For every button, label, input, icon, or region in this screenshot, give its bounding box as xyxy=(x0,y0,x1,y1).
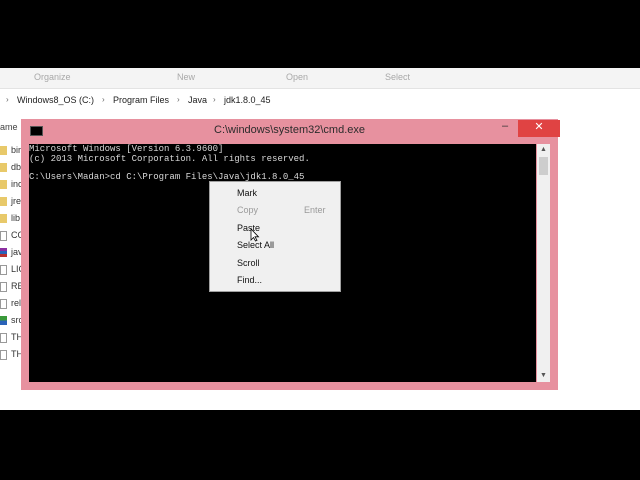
file-icon xyxy=(0,265,7,275)
window-title: C:\windows\system32\cmd.exe xyxy=(214,124,365,136)
menu-item-mark[interactable]: Mark xyxy=(210,184,340,201)
file-icon xyxy=(0,299,7,309)
menu-item-copy: Copy Enter xyxy=(237,205,326,215)
menu-item-find[interactable]: Find... xyxy=(210,271,340,288)
context-menu: Mark Copy Enter Paste Select All Scroll F… xyxy=(209,181,341,292)
folder-icon xyxy=(0,214,7,223)
name-column-header[interactable]: ame xyxy=(0,122,18,132)
breadcrumb-separator-icon: › xyxy=(102,95,105,104)
breadcrumb-separator-icon: › xyxy=(213,95,216,104)
file-icon xyxy=(0,350,7,360)
close-button[interactable]: ✕ xyxy=(518,120,560,137)
folder-icon xyxy=(0,163,7,172)
file-icon xyxy=(0,333,7,343)
console-line: (c) 2013 Microsoft Corporation. All righ… xyxy=(29,154,310,164)
breadcrumb-separator-icon: › xyxy=(6,95,9,104)
folder-icon xyxy=(0,180,7,189)
scroll-thumb[interactable] xyxy=(539,157,548,175)
minimize-button[interactable]: – xyxy=(495,120,515,137)
folder-icon xyxy=(0,197,7,206)
menu-item-scroll[interactable]: Scroll xyxy=(210,254,340,271)
select-group[interactable]: Select xyxy=(385,72,410,82)
breadcrumb-java[interactable]: Java xyxy=(188,95,207,105)
breadcrumb-separator-icon: › xyxy=(177,95,180,104)
menu-item-select-all[interactable]: Select All xyxy=(210,236,340,253)
menu-item-paste[interactable]: Paste xyxy=(210,219,340,236)
mouse-cursor-icon xyxy=(250,228,260,242)
breadcrumb-drive[interactable]: Windows8_OS (C:) xyxy=(17,95,94,105)
file-icon xyxy=(0,231,7,241)
organize-group[interactable]: Organize xyxy=(34,72,71,82)
scroll-up-icon[interactable]: ▲ xyxy=(537,144,550,156)
file-icon xyxy=(0,282,7,292)
folder-icon xyxy=(0,146,7,155)
console-line: Microsoft Windows [Version 6.3.9600] xyxy=(29,144,224,154)
breadcrumb[interactable]: › Windows8_OS (C:) › Program Files › Jav… xyxy=(0,90,640,110)
open-group[interactable]: Open xyxy=(286,72,308,82)
ribbon-bar: Organize New Open Select xyxy=(0,68,640,89)
archive-icon xyxy=(0,248,7,257)
vertical-scrollbar[interactable]: ▲ ▼ xyxy=(537,144,550,382)
breadcrumb-jdk[interactable]: jdk1.8.0_45 xyxy=(224,95,271,105)
scroll-down-icon[interactable]: ▼ xyxy=(537,370,550,382)
cmd-title-bar[interactable]: C:\windows\system32\cmd.exe – ✕ xyxy=(21,119,560,141)
new-group[interactable]: New xyxy=(177,72,195,82)
zip-icon xyxy=(0,316,7,325)
breadcrumb-program-files[interactable]: Program Files xyxy=(113,95,169,105)
